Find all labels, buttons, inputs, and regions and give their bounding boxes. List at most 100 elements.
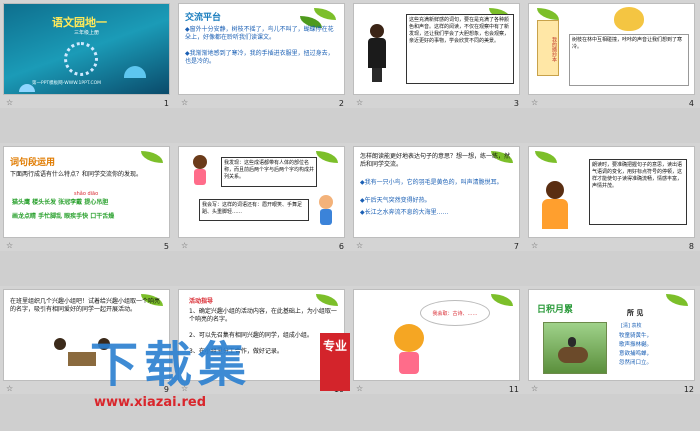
- slide-icon: ☆: [181, 241, 189, 250]
- slide-7-line: ◆长江之水奔流不息的大海里……: [360, 209, 449, 216]
- slide-icon: ☆: [531, 384, 539, 393]
- slide-thumb-5[interactable]: 词句段运用 下面两行成语有什么特点？和同学交流你的发现。 shǎo diāo 猫…: [0, 143, 175, 251]
- slide-5-pinyin: shǎo diāo: [74, 191, 99, 197]
- slide-number: 12: [683, 385, 694, 394]
- slide-icon: ☆: [356, 384, 364, 393]
- slide-7-canvas: 怎样朗读能更好地表达句子的意思？想一想，练一练，然后和同学交流。 ◆我有一只小鸟…: [353, 146, 520, 238]
- slide-1-title: 语文园地一: [52, 16, 107, 29]
- slide-6-canvas: 我发现：这些成语都带有人体的部位名称，而且前后两个字与后两个字均构成并列关系。 …: [178, 146, 345, 238]
- slide-number: 11: [508, 385, 519, 394]
- slide-thumb-7[interactable]: 怎样朗读能更好地表达句子的意思？想一想，练一练，然后和同学交流。 ◆我有一只小鸟…: [350, 143, 525, 251]
- slide-icon: ☆: [6, 241, 14, 250]
- slide-4-text: 树枝在林中互相碰撞，咔咔的声音让我们想到了寒冷。: [569, 34, 689, 86]
- leaf-icon: [316, 151, 338, 163]
- slide-icon: ☆: [531, 241, 539, 250]
- slide-icon: ☆: [531, 98, 539, 107]
- poem-lines: 牧童骑黄牛， 歌声振林樾。 意欲捕鸣蝉， 忽然闭口立。: [619, 332, 652, 368]
- slide-4-canvas: 我的摘抄本 树枝在林中互相碰撞，咔咔的声音让我们想到了寒冷。: [528, 3, 695, 95]
- leaf-icon: [537, 8, 559, 20]
- slide-3-text-box: 这些充满新鲜感的词句，要在是充满了各种颜色和声音。这样的阅读，不仅在观察中有了新…: [406, 14, 514, 84]
- slide-1-subtitle: 三年级上册: [74, 30, 100, 36]
- slide-2-canvas: 交流平台 ◆窗外十分安静，树枝不摇了，鸟儿不叫了，蝴蝶停在花朵上，好像都在聆听我…: [178, 3, 345, 95]
- slide-8-canvas: 朗读时，要准确把握句子的意思，读出语气语调的变化，用好标点符号的停顿，这样才能使…: [528, 146, 695, 238]
- slide-icon: ☆: [181, 98, 189, 107]
- leaf-icon: [491, 294, 513, 306]
- slide-thumb-9[interactable]: 在班里组织几个兴趣小组吧！试着给兴趣小组取一个响亮的名字，吸引有相同爱好的同学一…: [0, 286, 175, 394]
- poem-line: 忽然闭口立。: [619, 360, 653, 366]
- leaf-icon: [314, 8, 336, 20]
- slide-number: 4: [688, 99, 694, 108]
- slide-10-line: 2、可以先召集有相同兴趣的同学，组成小组。: [189, 332, 313, 339]
- slide-number: 10: [333, 385, 344, 394]
- slide-5-row1: 猫头鹰 楼头长发 张冠李戴 提心吊胆: [12, 199, 109, 206]
- poem-line: 牧童骑黄牛，: [619, 333, 653, 339]
- slide-thumb-4[interactable]: 我的摘抄本 树枝在林中互相碰撞，咔咔的声音让我们想到了寒冷。 ☆ 4: [525, 0, 700, 108]
- slide-9-question: 在班里组织几个兴趣小组吧！试着给兴趣小组取一个响亮的名字，吸引有相同爱好的同学一…: [10, 298, 161, 313]
- slide-icon: ☆: [6, 98, 14, 107]
- leaf-icon: [141, 151, 163, 163]
- slide-9-canvas: 在班里组织几个兴趣小组吧！试着给兴趣小组取一个响亮的名字，吸引有相同爱好的同学一…: [3, 289, 170, 381]
- slide-thumb-8[interactable]: 朗读时，要准确把握句子的意思，读出语气语调的变化，用好标点符号的停顿，这样才能使…: [525, 143, 700, 251]
- slide-2-title: 交流平台: [185, 13, 222, 23]
- slide-2-line: ◆我渐渐地感到了寒冷，我的手插进衣服里，扭过身去，也是冷的。: [185, 50, 334, 65]
- slide-icon: ☆: [356, 241, 364, 250]
- girl-figure: [193, 155, 209, 189]
- slide-icon: ☆: [181, 384, 189, 393]
- slide-thumb-12[interactable]: 日积月累 所 见 [清] 袁枚 牧童骑黄牛， 歌声振林樾。 意欲捕鸣蝉， 忽然闭…: [525, 286, 700, 394]
- slide-12-canvas: 日积月累 所 见 [清] 袁枚 牧童骑黄牛， 歌声振林樾。 意欲捕鸣蝉， 忽然闭…: [528, 289, 695, 381]
- leaf-icon: [666, 294, 688, 306]
- teacher-figure: [366, 24, 388, 86]
- kids-playing-chess-figure: [54, 338, 114, 374]
- slide-11-canvas: 我会取：古诗、……: [353, 289, 520, 381]
- slide-6-bubble-2: 我会写：这样的词语还有：眉开眼笑、手舞足蹈、头重脚轻……: [199, 199, 309, 221]
- slide-number: 3: [513, 99, 519, 108]
- slide-11-bubble: 我会取：古诗、……: [420, 300, 490, 326]
- poem-line: 歌声振林樾。: [619, 342, 653, 348]
- slide-grid: 语文园地一 三年级上册 第一PPT模板网-WWW.1PPT.COM ☆ 1 交流…: [0, 0, 700, 431]
- tiger-icon: [614, 7, 644, 31]
- boy-figure: [319, 195, 335, 229]
- slide-5-canvas: 词句段运用 下面两行成语有什么特点？和同学交流你的发现。 shǎo diāo 猫…: [3, 146, 170, 238]
- slide-thumb-1[interactable]: 语文园地一 三年级上册 第一PPT模板网-WWW.1PPT.COM ☆ 1: [0, 0, 175, 108]
- slide-thumb-2[interactable]: 交流平台 ◆窗外十分安静，树枝不摇了，鸟儿不叫了，蝴蝶停在花朵上，好像都在聆听我…: [175, 0, 350, 108]
- slide-number: 5: [163, 242, 169, 251]
- slide-thumb-6[interactable]: 我发现：这些成语都带有人体的部位名称，而且前后两个字与后两个字均构成并列关系。 …: [175, 143, 350, 251]
- slide-1-credit: 第一PPT模板网-WWW.1PPT.COM: [32, 81, 102, 86]
- leaf-icon: [316, 294, 338, 306]
- slide-5-row2: 画龙点睛 手忙脚乱 眼疾手快 口干舌燥: [12, 213, 115, 220]
- slide-number: 2: [338, 99, 344, 108]
- slide-thumb-10[interactable]: 活动指导 1、确定兴趣小组的活动内容，在此基础上，为小组取一个响亮的名字。 2、…: [175, 286, 350, 394]
- slide-thumb-3[interactable]: 这些充满新鲜感的词句，要在是充满了各种颜色和声音。这样的阅读，不仅在观察中有了新…: [350, 0, 525, 108]
- slide-number: 9: [163, 385, 169, 394]
- slide-number: 6: [338, 242, 344, 251]
- slide-number: 1: [163, 99, 169, 108]
- slide-8-text: 朗读时，要准确把握句子的意思，读出语气语调的变化，用好标点符号的停顿，这样才能使…: [589, 159, 687, 225]
- slide-10-line: 1、确定兴趣小组的活动内容，在此基础上，为小组取一个响亮的名字。: [189, 308, 337, 323]
- mushroom-icon: [124, 66, 146, 78]
- slide-12-title: 日积月累: [537, 305, 574, 315]
- slide-6-bubble-1: 我发现：这些成语都带有人体的部位名称，而且前后两个字与后两个字均构成并列关系。: [221, 157, 317, 187]
- slide-icon: ☆: [356, 98, 364, 107]
- slide-10-line: 3、在小组里分工合作，做好记录。: [189, 348, 283, 355]
- slide-4-card: 我的摘抄本: [537, 20, 559, 76]
- slide-2-line: ◆窗外十分安静，树枝不摇了，鸟儿不叫了，蝴蝶停在花朵上，好像都在聆听我们读课文。: [185, 26, 334, 41]
- herdboy-ox-picture: [543, 322, 607, 374]
- poem-line: 意欲捕鸣蝉，: [619, 351, 653, 357]
- slide-1-canvas: 语文园地一 三年级上册 第一PPT模板网-WWW.1PPT.COM: [3, 3, 170, 95]
- slide-10-canvas: 活动指导 1、确定兴趣小组的活动内容，在此基础上，为小组取一个响亮的名字。 2、…: [178, 289, 345, 381]
- slide-5-title: 词句段运用: [10, 158, 56, 168]
- slide-icon: ☆: [6, 384, 14, 393]
- poem-author: [清] 袁枚: [621, 323, 642, 329]
- girl-figure: [394, 324, 428, 378]
- slide-7-question: 怎样朗读能更好地表达句子的意思？想一想，练一练，然后和同学交流。: [360, 153, 511, 168]
- slide-thumb-11[interactable]: 我会取：古诗、…… ☆ 11: [350, 286, 525, 394]
- slide-7-line: ◆我有一只小鸟，它的羽毛是黄色的，叫声清脆悦耳。: [360, 179, 503, 186]
- slide-7-line: ◆午后天气突然变得好热。: [360, 197, 431, 204]
- leaf-icon: [535, 151, 557, 163]
- poem-title: 所 见: [627, 309, 644, 317]
- slide-3-canvas: 这些充满新鲜感的词句，要在是充满了各种颜色和声音。这样的阅读，不仅在观察中有了新…: [353, 3, 520, 95]
- slide-number: 7: [513, 242, 519, 251]
- slide-10-head: 活动指导: [189, 298, 214, 305]
- slide-number: 8: [688, 242, 694, 251]
- teacher-figure: [541, 181, 569, 235]
